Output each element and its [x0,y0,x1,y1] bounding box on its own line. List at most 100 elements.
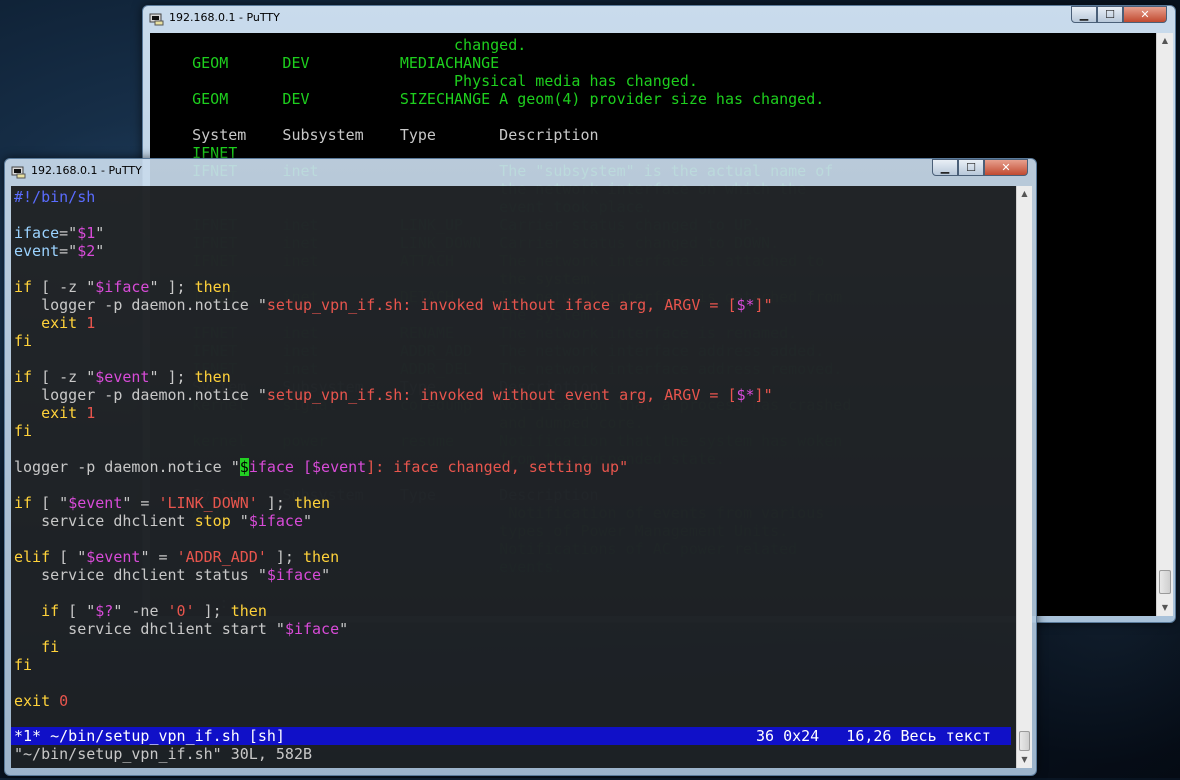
status-filename: *1* ~/bin/setup_vpn_if.sh [sh] [14,727,285,745]
code-token: $* [736,386,755,404]
code-token: service dhclient status " [14,566,267,584]
terminal-line: Physical media has changed. [156,72,698,90]
code-token: $2 [77,242,96,260]
window-title: 192.168.0.1 - PuTTY [31,164,142,177]
terminal-line: GEOM DEV MEDIACHANGE [156,54,500,72]
code-token: " [303,512,313,530]
code-token: then [303,548,340,566]
code-token: fi [14,656,33,674]
code-token: if [14,602,60,620]
code-token: " -ne [113,602,168,620]
code-token: " ]; [149,368,195,386]
code-token: " [95,224,105,242]
window-title: 192.168.0.1 - PuTTY [169,11,280,24]
maximize-icon: ☐ [1105,8,1115,21]
close-icon: ✕ [1140,8,1150,21]
code-token: exit [14,314,87,332]
close-button[interactable]: ✕ [984,159,1028,176]
scroll-up-arrow-icon[interactable]: ▲ [1017,186,1032,202]
code-line: logger -p daemon.notice "setup_vpn_if.sh… [14,296,773,314]
code-token: $iface [284,620,340,638]
code-token: =" [59,242,78,260]
code-line: exit 0 [14,692,68,710]
code-token: $event [312,458,367,476]
code-token: " [321,566,331,584]
code-token: ]: iface changed, setting up" [366,458,629,476]
vim-status-bar: *1* ~/bin/setup_vpn_if.sh [sh] 36 0x24 1… [11,727,1011,745]
minimize-button[interactable]: ▁ [932,159,958,176]
title-bar[interactable]: 192.168.0.1 - PuTTY ▁ ☐ ✕ [143,6,1175,30]
putty-app-icon [149,11,164,26]
code-token: logger -p daemon.notice " [14,458,240,476]
code-line: if [ "$event" = 'LINK_DOWN' ]; then [14,494,330,512]
code-token: ]" [754,296,773,314]
code-token: $? [95,602,114,620]
code-line: service dhclient status "$iface" [14,566,330,584]
code-token: event [14,242,60,260]
code-token: " [339,620,349,638]
code-token: ]" [754,386,773,404]
code-token: " [230,512,249,530]
code-line: #!/bin/sh [14,188,95,206]
vim-message-line: "~/bin/setup_vpn_if.sh" 30L, 582B [14,745,313,763]
code-token: then [230,602,267,620]
text-cursor: $ [239,458,249,476]
code-token: $event [68,494,123,512]
terminal-line: System Subsystem Type Description [156,126,599,144]
scroll-up-arrow-icon[interactable]: ▲ [1157,33,1173,49]
close-icon: ✕ [1001,161,1011,174]
code-line: fi [14,656,32,674]
code-line: service dhclient start "$iface" [14,620,348,638]
code-token: [ -z " [32,278,96,296]
code-token: $iface [248,512,303,530]
minimize-button[interactable]: ▁ [1071,6,1097,23]
code-token: " ]; [149,278,195,296]
code-token: 1 [86,404,96,422]
code-token: [ -z " [32,368,96,386]
scrollbar[interactable]: ▲ ▼ [1016,186,1032,768]
scroll-down-arrow-icon[interactable]: ▼ [1157,600,1173,616]
code-line: logger -p daemon.notice "$iface [$event]… [14,458,628,476]
code-token: stop [194,512,231,530]
code-token: iface [14,224,60,242]
close-button[interactable]: ✕ [1123,6,1167,23]
code-token: setup_vpn_if.sh: invoked without iface a… [266,296,737,314]
code-token: service dhclient start " [14,620,285,638]
code-line: service dhclient stop "$iface" [14,512,312,530]
scrollbar-thumb[interactable] [1159,570,1171,594]
code-token: $iface [266,566,322,584]
code-token: elif [14,548,51,566]
code-token: then [194,368,231,386]
title-bar[interactable]: 192.168.0.1 - PuTTY ▁ ☐ ✕ [5,159,1036,183]
code-token: logger -p daemon.notice " [14,296,267,314]
code-token: exit [14,404,87,422]
code-token: fi [14,638,60,656]
code-line: event="$2" [14,242,104,260]
code-token: '0' [167,602,195,620]
status-position: 36 0x24 16,26 Весь текст [756,727,991,745]
scroll-down-arrow-icon[interactable]: ▼ [1017,752,1032,768]
maximize-button[interactable]: ☐ [958,159,984,176]
code-token: #!/bin/sh [14,188,96,206]
code-token: $event [95,368,150,386]
scrollbar[interactable]: ▲ ▼ [1156,33,1173,616]
code-line: logger -p daemon.notice "setup_vpn_if.sh… [14,386,773,404]
terminal-line: changed. [156,36,527,54]
code-token: 'ADDR_ADD' [176,548,267,566]
minimize-icon: ▁ [1079,8,1089,21]
code-token: if [14,494,33,512]
terminal-screen[interactable]: #!/bin/sh iface="$1" event="$2" if [ -z "$i… [11,186,1016,768]
code-line: exit 1 [14,314,95,332]
code-token: " = [122,494,159,512]
code-token: service dhclient [14,512,195,530]
code-token: 'LINK_DOWN' [158,494,258,512]
code-token: " [95,242,105,260]
code-token: " = [140,548,177,566]
code-token: then [293,494,331,512]
code-token: =" [59,224,78,242]
maximize-button[interactable]: ☐ [1097,6,1123,23]
putty-window-front[interactable]: 192.168.0.1 - PuTTY ▁ ☐ ✕ #!/bin/sh iface… [4,158,1037,776]
scrollbar-thumb[interactable] [1019,731,1030,751]
code-token: ]; [266,548,303,566]
code-token: then [194,278,231,296]
